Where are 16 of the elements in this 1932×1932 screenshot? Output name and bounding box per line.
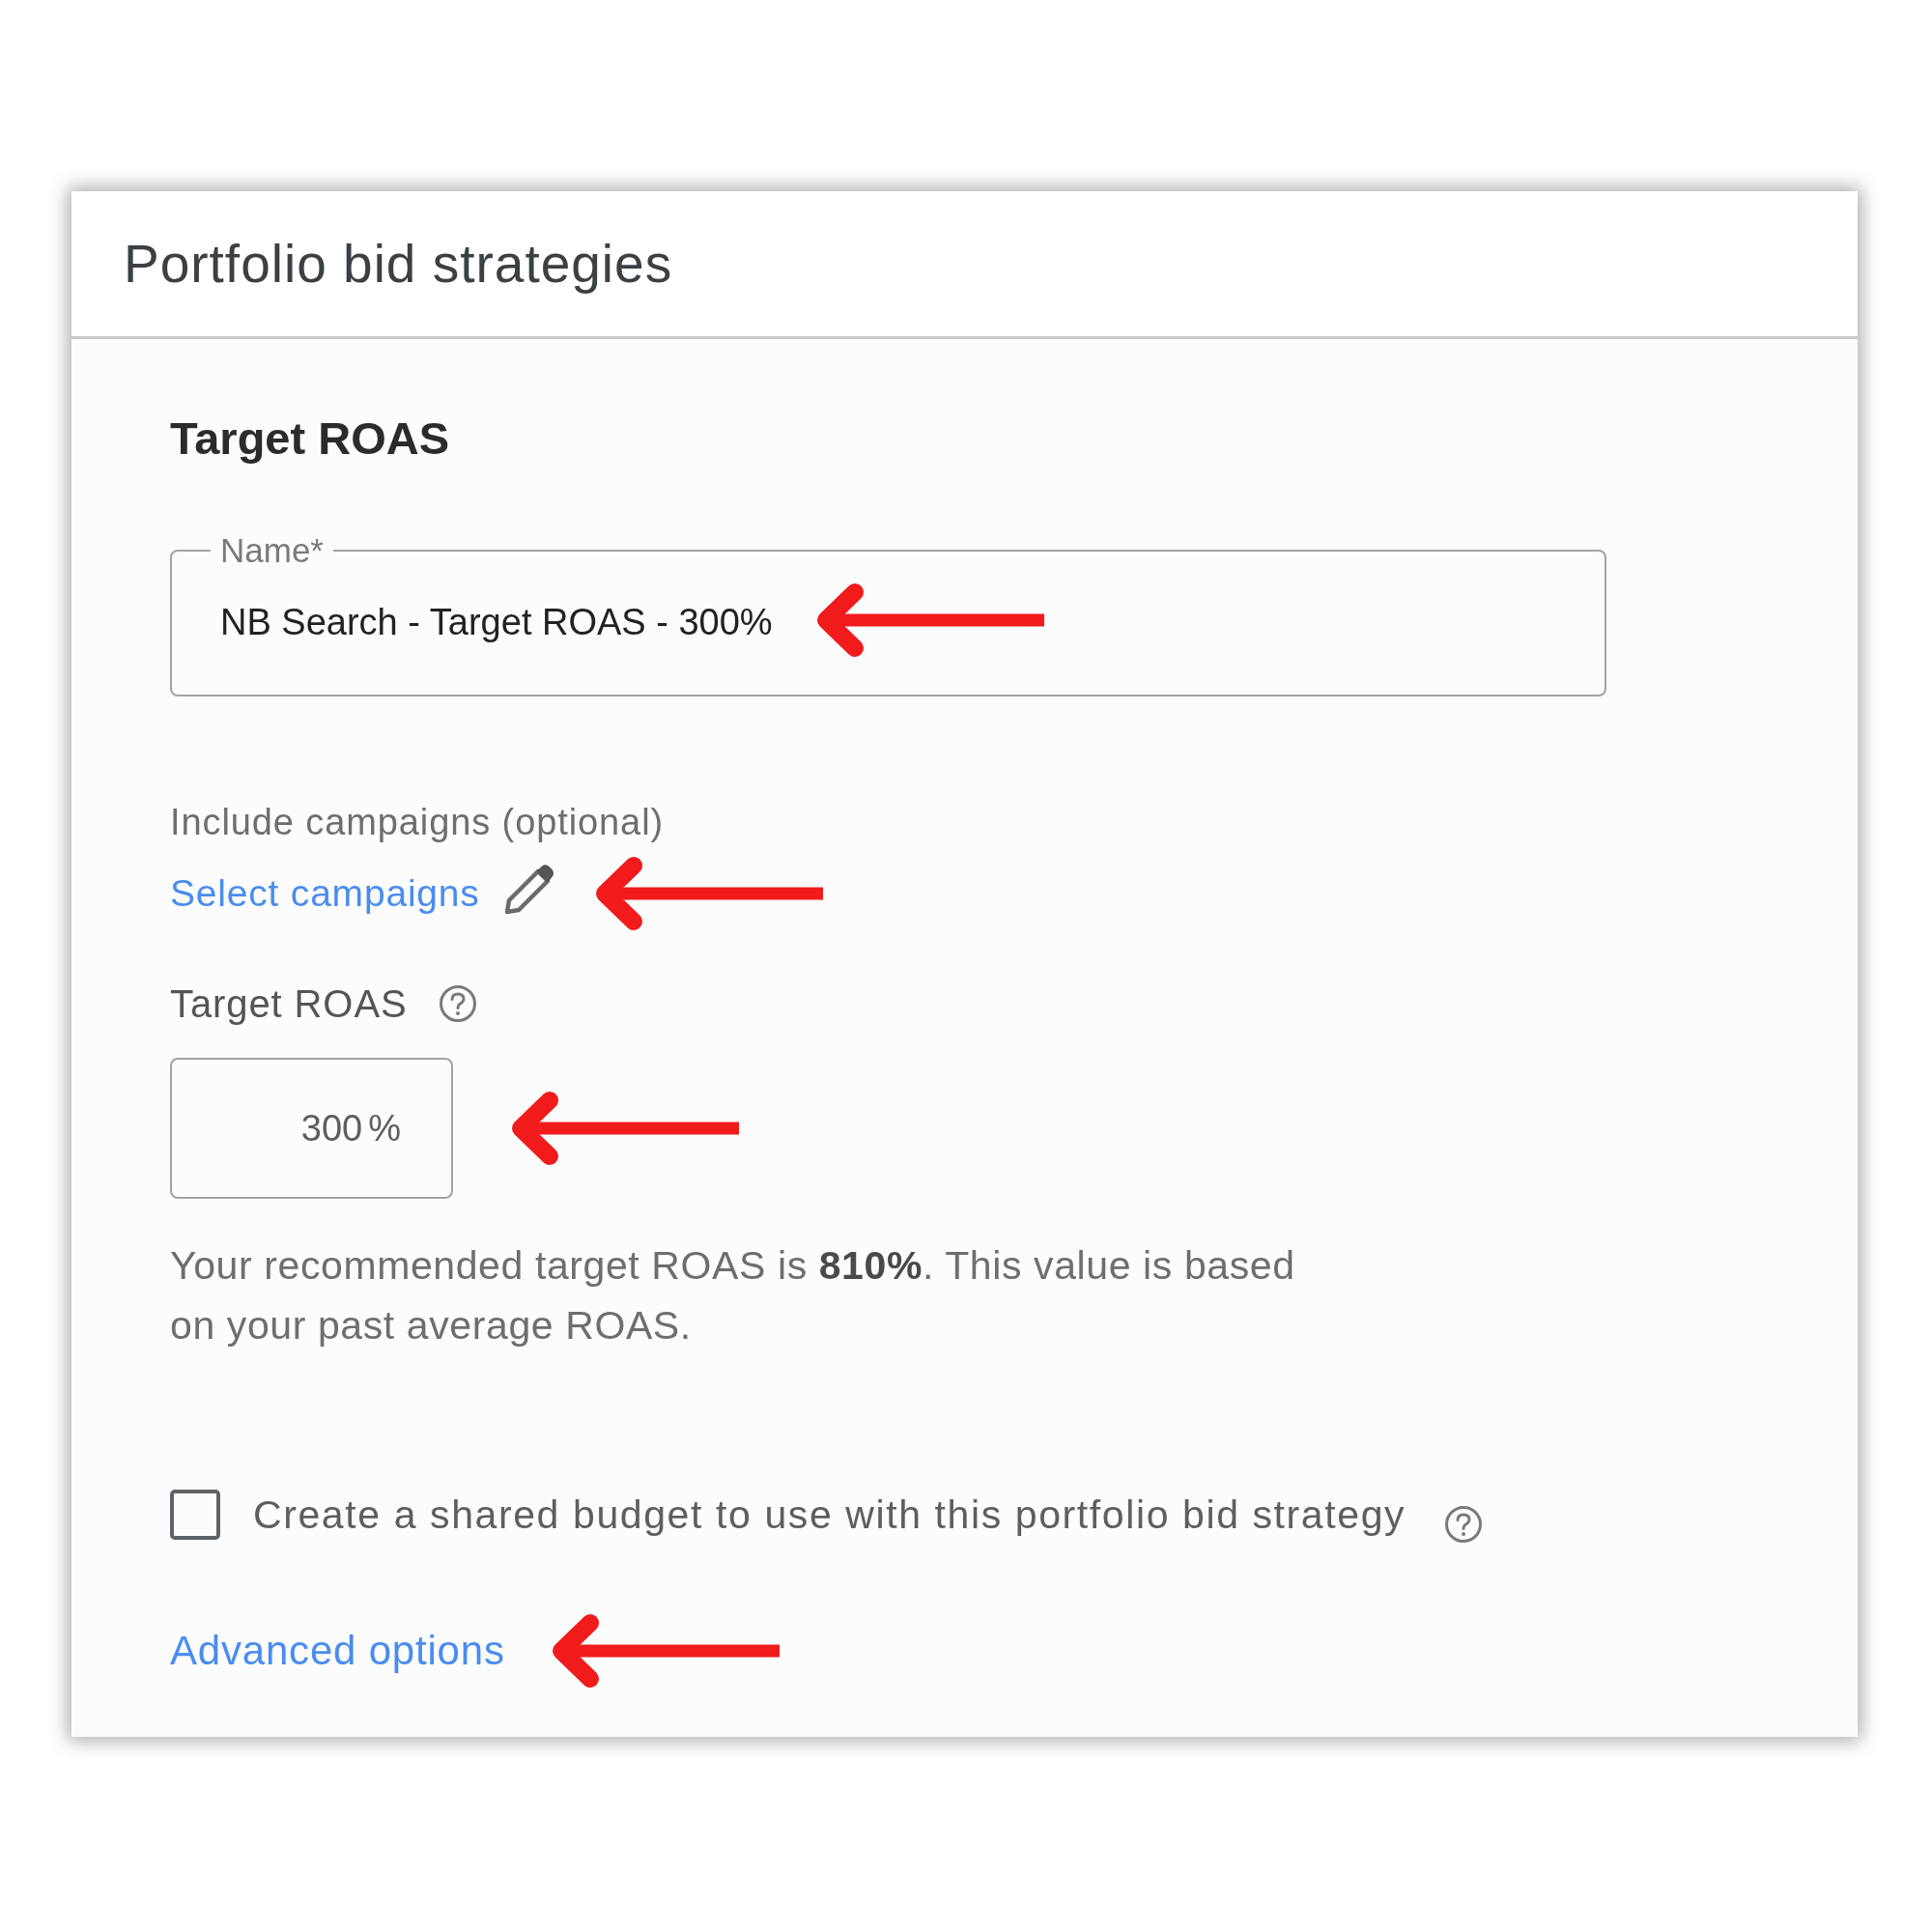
include-campaigns-label: Include campaigns (optional) [170,801,665,844]
advanced-options-link[interactable]: Advanced options [170,1627,505,1675]
dialog-title: Portfolio bid strategies [124,233,673,296]
select-campaigns-link[interactable]: Select campaigns [170,869,480,918]
shared-budget-label: Create a shared budget to use with this portfolio bid strategy [253,1492,1406,1539]
arrow-icon [551,1614,780,1688]
target-roas-label: Target ROAS [170,981,408,1027]
section-heading: Target ROAS [170,412,449,466]
arrow-icon [816,583,1044,657]
shared-budget-checkbox[interactable] [170,1490,220,1540]
arrow-icon [511,1092,739,1165]
help-icon[interactable] [438,984,477,1023]
target-roas-input[interactable]: 300% [170,1058,453,1199]
help-icon[interactable] [1444,1505,1484,1544]
arrow-icon [594,857,823,930]
recommendation-text: Your recommended target ROAS is 810%. This value is based on your past average ROAS. [170,1242,1296,1350]
